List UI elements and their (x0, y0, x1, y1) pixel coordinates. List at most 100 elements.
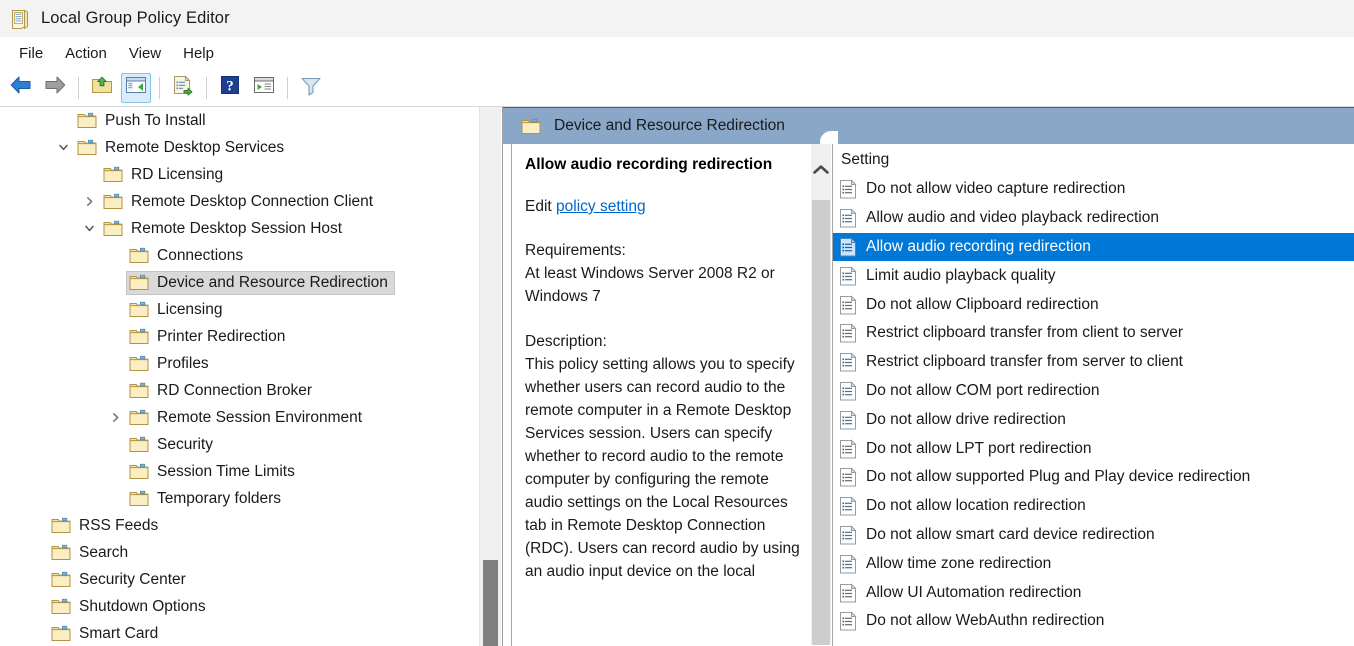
policy-document-icon (9, 8, 31, 30)
settings-list-row-label: Do not allow LPT port redirection (866, 439, 1092, 457)
description-vertical-scrollbar[interactable] (811, 144, 831, 645)
tree-item-rss-feeds[interactable]: RSS Feeds (0, 512, 481, 539)
folder-icon (129, 490, 149, 507)
view-button[interactable] (249, 73, 279, 103)
chevron-down-icon[interactable] (78, 222, 100, 235)
chevron-right-icon[interactable] (104, 411, 126, 424)
chevron-down-icon[interactable] (52, 141, 74, 154)
tree-item-remote-session-environment[interactable]: Remote Session Environment (0, 404, 481, 431)
tree-item-content[interactable]: Security Center (48, 568, 193, 592)
settings-list-row[interactable]: Do not allow supported Plug and Play dev… (833, 463, 1354, 492)
policy-setting-icon (839, 525, 857, 545)
tab-device-and-resource-redirection[interactable]: Device and Resource Redirection (511, 108, 801, 144)
tree-item-label: Security (157, 435, 213, 453)
folder-icon (51, 598, 71, 615)
settings-list-row[interactable]: Allow UI Automation redirection (833, 578, 1354, 607)
tree-scrollbar-thumb[interactable] (483, 560, 498, 646)
tree-item-connections[interactable]: Connections (0, 242, 481, 269)
title-bar: Local Group Policy Editor (0, 0, 1354, 37)
toolbar-separator (78, 76, 79, 99)
tree-item-content[interactable]: Push To Install (74, 109, 213, 133)
show-hide-tree-button[interactable] (121, 72, 151, 103)
tree-item-rd-connection-broker[interactable]: RD Connection Broker (0, 377, 481, 404)
tree-item-content[interactable]: Connections (126, 244, 250, 268)
tree-item-shutdown-options[interactable]: Shutdown Options (0, 593, 481, 620)
tree-item-content[interactable]: RD Connection Broker (126, 379, 319, 403)
tree-item-content[interactable]: Temporary folders (126, 487, 288, 511)
tree-item-remote-desktop-connection-client[interactable]: Remote Desktop Connection Client (0, 188, 481, 215)
tree-item-profiles[interactable]: Profiles (0, 350, 481, 377)
settings-list-row-label: Do not allow drive redirection (866, 410, 1066, 428)
tree-item-remote-desktop-services[interactable]: Remote Desktop Services (0, 134, 481, 161)
tree-item-content[interactable]: RD Licensing (100, 163, 230, 187)
edit-policy-setting-link[interactable]: policy setting (556, 198, 646, 215)
up-one-level-button[interactable] (87, 73, 117, 103)
settings-list-row[interactable]: Do not allow LPT port redirection (833, 434, 1354, 463)
forward-button[interactable] (40, 73, 70, 103)
tree-item-content[interactable]: Remote Desktop Session Host (100, 217, 349, 241)
tree-item-content[interactable]: Search (48, 541, 135, 565)
folder-icon (51, 544, 71, 561)
tree-item-content[interactable]: Shutdown Options (48, 595, 213, 619)
tree-item-temporary-folders[interactable]: Temporary folders (0, 485, 481, 512)
menu-help[interactable]: Help (172, 42, 225, 65)
tree-item-label: Smart Card (79, 624, 159, 642)
menu-file[interactable]: File (8, 42, 54, 65)
tree-item-content[interactable]: Device and Resource Redirection (126, 270, 395, 295)
tree-item-security[interactable]: Security (0, 431, 481, 458)
tree-vertical-scrollbar[interactable] (479, 107, 501, 646)
settings-list-row[interactable]: Do not allow location redirection (833, 492, 1354, 521)
settings-list-row[interactable]: Restrict clipboard transfer from server … (833, 348, 1354, 377)
tree-item-content[interactable]: Smart Card (48, 622, 165, 646)
tree-item-content[interactable]: Remote Desktop Services (74, 136, 291, 160)
settings-list-row[interactable]: Do not allow Clipboard redirection (833, 290, 1354, 319)
policy-setting-icon (839, 208, 857, 228)
settings-list-row[interactable]: Do not allow smart card device redirecti… (833, 521, 1354, 550)
tree-item-content[interactable]: Licensing (126, 298, 230, 322)
back-button[interactable] (6, 73, 36, 103)
settings-list-row-label: Limit audio playback quality (866, 266, 1056, 284)
tree-item-content[interactable]: Profiles (126, 352, 216, 376)
filter-funnel-icon (299, 74, 323, 101)
tree-item-licensing[interactable]: Licensing (0, 296, 481, 323)
tree-item-content[interactable]: RSS Feeds (48, 514, 165, 538)
filter-button[interactable] (296, 73, 326, 103)
window-title: Local Group Policy Editor (41, 9, 230, 27)
menu-action[interactable]: Action (54, 42, 118, 65)
tree-item-security-center[interactable]: Security Center (0, 566, 481, 593)
requirements-value: At least Windows Server 2008 R2 or Windo… (525, 265, 775, 305)
tree-item-label: Security Center (79, 570, 186, 588)
tree-item-content[interactable]: Remote Desktop Connection Client (100, 190, 380, 214)
chevron-right-icon[interactable] (78, 195, 100, 208)
scrollbar-up-button[interactable] (811, 144, 831, 200)
export-list-button[interactable] (168, 73, 198, 103)
tree-item-device-and-resource-redirection[interactable]: Device and Resource Redirection (0, 269, 481, 296)
tree-item-search[interactable]: Search (0, 539, 481, 566)
settings-list-row[interactable]: Restrict clipboard transfer from client … (833, 319, 1354, 348)
tree-item-push-to-install[interactable]: Push To Install (0, 107, 481, 134)
tree-item-label: Search (79, 543, 129, 561)
tree-item-remote-desktop-session-host[interactable]: Remote Desktop Session Host (0, 215, 481, 242)
menu-view[interactable]: View (118, 42, 172, 65)
settings-list-row[interactable]: Allow time zone redirection (833, 549, 1354, 578)
tree-item-printer-redirection[interactable]: Printer Redirection (0, 323, 481, 350)
settings-list-row[interactable]: Allow audio recording redirection (833, 232, 1354, 262)
settings-list-row[interactable]: Do not allow drive redirection (833, 405, 1354, 434)
settings-list-row[interactable]: Do not allow WebAuthn redirection (833, 607, 1354, 636)
settings-list-row[interactable]: Allow audio and video playback redirecti… (833, 204, 1354, 233)
settings-column-header[interactable]: Setting (833, 144, 1354, 175)
tree-item-content[interactable]: Printer Redirection (126, 325, 292, 349)
settings-list-row[interactable]: Do not allow video capture redirection (833, 175, 1354, 204)
settings-list-row[interactable]: Do not allow COM port redirection (833, 377, 1354, 406)
tree-item-label: Push To Install (105, 111, 206, 129)
description-scrollbar-thumb[interactable] (812, 200, 830, 645)
tree-item-rd-licensing[interactable]: RD Licensing (0, 161, 481, 188)
tree-item-content[interactable]: Remote Session Environment (126, 406, 369, 430)
tree-item-session-time-limits[interactable]: Session Time Limits (0, 458, 481, 485)
help-button[interactable]: ? (215, 73, 245, 103)
tree-item-content[interactable]: Session Time Limits (126, 460, 302, 484)
tree-item-content[interactable]: Security (126, 433, 220, 457)
tree-item-smart-card[interactable]: Smart Card (0, 620, 481, 646)
folder-icon (51, 517, 71, 534)
settings-list-row[interactable]: Limit audio playback quality (833, 261, 1354, 290)
